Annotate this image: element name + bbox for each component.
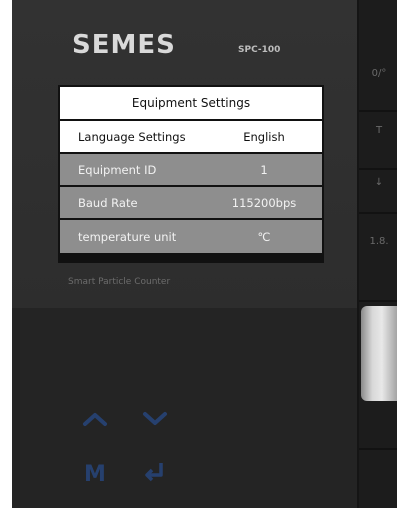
settings-menu: Equipment Settings Language Settings Eng… bbox=[58, 85, 324, 263]
menu-item-label: temperature unit bbox=[78, 229, 177, 244]
chevron-down-icon bbox=[143, 412, 167, 425]
menu-item-baud-rate[interactable]: Baud Rate 115200bps bbox=[60, 187, 322, 220]
strip-divider bbox=[359, 448, 397, 450]
menu-item-value: English bbox=[243, 129, 285, 144]
menu-item-value: 1 bbox=[260, 162, 268, 177]
product-tagline: Smart Particle Counter bbox=[68, 277, 171, 287]
down-button[interactable] bbox=[137, 401, 173, 437]
enter-button[interactable] bbox=[137, 454, 173, 490]
menu-item-label: Equipment ID bbox=[78, 162, 157, 177]
menu-item-value: ℃ bbox=[257, 229, 271, 244]
menu-item-label: Baud Rate bbox=[78, 195, 138, 210]
strip-divider bbox=[359, 168, 397, 170]
side-indicator-strip: 0/° T ↓ 1.8. bbox=[357, 0, 397, 508]
front-panel: SEMES SPC-100 Equipment Settings Languag… bbox=[12, 0, 357, 308]
up-button[interactable] bbox=[77, 401, 113, 437]
strip-label-1: 0/° bbox=[371, 68, 387, 79]
keypad-panel: M bbox=[12, 308, 357, 508]
menu-item-value: 115200bps bbox=[231, 195, 297, 210]
menu-item-label: Language Settings bbox=[78, 129, 186, 144]
brand-logo: SEMES bbox=[72, 30, 176, 60]
strip-label-4: 1.8. bbox=[369, 236, 389, 247]
model-label: SPC-100 bbox=[238, 45, 281, 55]
strip-label-3: ↓ bbox=[374, 177, 384, 188]
enter-icon bbox=[145, 463, 163, 482]
sensor-window bbox=[361, 306, 397, 401]
settings-menu-title: Equipment Settings bbox=[60, 87, 322, 121]
menu-button[interactable]: M bbox=[77, 456, 113, 492]
particle-counter-device: SEMES SPC-100 Equipment Settings Languag… bbox=[12, 0, 397, 508]
strip-label-2: T bbox=[375, 125, 383, 136]
menu-item-equipment-id[interactable]: Equipment ID 1 bbox=[60, 154, 322, 187]
menu-item-language[interactable]: Language Settings English bbox=[60, 121, 322, 154]
strip-divider bbox=[359, 300, 397, 302]
strip-divider bbox=[359, 212, 397, 214]
menu-item-temperature-unit[interactable]: temperature unit ℃ bbox=[60, 220, 322, 253]
chevron-up-icon bbox=[83, 413, 107, 426]
strip-divider bbox=[359, 110, 397, 112]
